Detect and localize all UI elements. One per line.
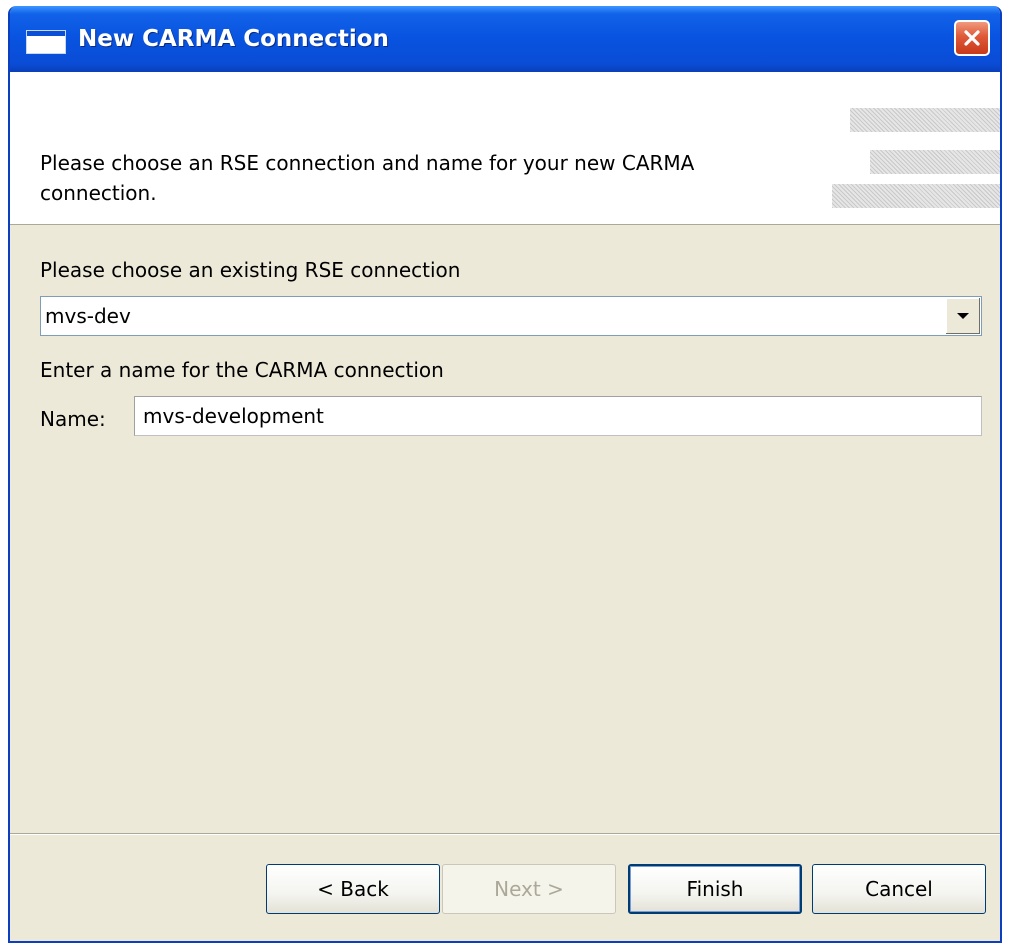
back-button-label: < Back (317, 877, 389, 901)
header-description: Please choose an RSE connection and name… (40, 151, 695, 205)
next-button-label: Next > (494, 877, 564, 901)
name-label: Name: (40, 407, 106, 431)
cancel-button-label: Cancel (865, 877, 933, 901)
close-button[interactable] (954, 20, 990, 56)
close-icon (964, 30, 980, 46)
connection-name-section-label: Enter a name for the CARMA connection (40, 358, 444, 382)
cancel-button[interactable]: Cancel (812, 864, 986, 914)
dialog-window: New CARMA Connection Please choose an RS… (8, 6, 1002, 943)
footer-separator (10, 833, 1000, 835)
title-bar[interactable]: New CARMA Connection (10, 6, 1000, 72)
rse-connection-label: Please choose an existing RSE connection (40, 258, 461, 282)
banner-graphic (870, 150, 1000, 174)
wizard-header: Please choose an RSE connection and name… (10, 72, 1000, 225)
back-button[interactable]: < Back (266, 864, 440, 914)
chevron-down-icon (957, 313, 969, 319)
window-title: New CARMA Connection (78, 26, 389, 52)
next-button[interactable]: Next > (442, 864, 616, 914)
banner-graphic (832, 184, 1000, 208)
banner-graphic (850, 108, 1000, 132)
rse-connection-dropdown[interactable]: mvs-dev (40, 296, 982, 336)
window-icon (26, 30, 66, 54)
finish-button-label: Finish (686, 877, 744, 901)
dropdown-button[interactable] (945, 298, 980, 334)
connection-name-input[interactable] (134, 396, 982, 436)
rse-connection-selected: mvs-dev (45, 304, 131, 328)
finish-button[interactable]: Finish (628, 864, 802, 914)
